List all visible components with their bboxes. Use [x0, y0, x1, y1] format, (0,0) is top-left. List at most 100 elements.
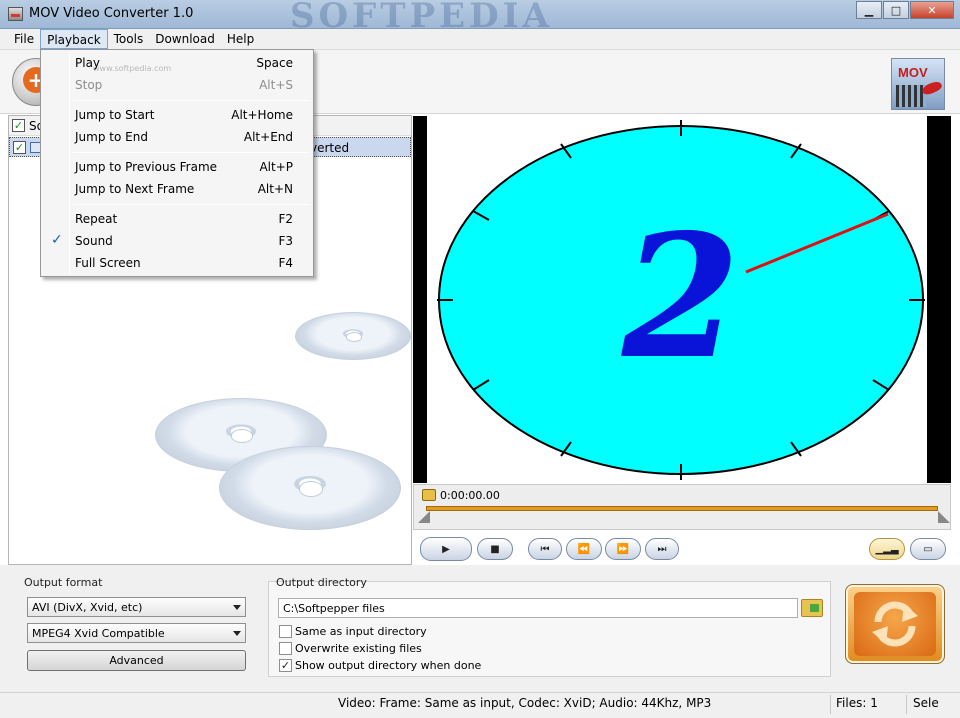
refresh-arrows-icon	[872, 601, 918, 647]
menu-item-next-frame[interactable]: Jump to Next Frame Alt+N	[43, 178, 311, 200]
maximize-button[interactable]: □	[883, 1, 909, 19]
trim-start-handle[interactable]	[418, 511, 430, 523]
next-frame-button[interactable]: ⏩	[605, 538, 641, 560]
status-bar: Video: Frame: Same as input, Codec: XviD…	[0, 692, 960, 718]
previous-frame-button[interactable]: ⏪	[566, 538, 602, 560]
seek-panel: 0:00:00.00	[413, 484, 951, 530]
menu-item-sound[interactable]: ✓ Sound F3	[43, 230, 311, 252]
chevron-down-icon	[233, 605, 241, 610]
menu-separator	[73, 152, 309, 153]
seek-bar[interactable]	[426, 506, 938, 511]
menu-item-label: Sound	[75, 234, 113, 248]
menu-playback[interactable]: Playback	[40, 29, 108, 49]
menu-item-label: Jump to End	[75, 130, 148, 144]
disc-decoration-icon	[295, 312, 411, 360]
menu-item-label: Jump to Start	[75, 108, 155, 122]
same-as-input-label: Same as input directory	[295, 625, 427, 638]
rewind-icon: ⏪	[577, 543, 591, 555]
fullscreen-button[interactable]: ▭	[910, 538, 946, 560]
menu-item-stop: Stop Alt+S	[43, 74, 311, 96]
menu-item-shortcut: F3	[278, 234, 293, 248]
menu-tools[interactable]: Tools	[108, 29, 150, 49]
output-format-value: AVI (DivX, Xvid, etc)	[32, 601, 143, 614]
output-profile-select[interactable]: MPEG4 Xvid Compatible	[27, 623, 246, 643]
same-as-input-checkbox[interactable]	[279, 625, 292, 638]
status-selection: Sele	[913, 696, 939, 710]
play-icon: ▶	[442, 543, 450, 555]
window-title: MOV Video Converter 1.0	[29, 6, 194, 21]
output-directory-input[interactable]: C:\Softpepper files	[278, 598, 798, 618]
browse-folder-icon[interactable]	[801, 599, 823, 617]
mov-logo: MOV	[891, 58, 945, 110]
stop-button[interactable]: ■	[477, 538, 513, 560]
status-divider	[906, 695, 907, 714]
menu-item-shortcut: F2	[278, 212, 293, 226]
menu-item-shortcut: F4	[278, 256, 293, 270]
show-output-label: Show output directory when done	[295, 659, 482, 672]
convert-button-face	[854, 592, 936, 656]
menu-item-repeat[interactable]: Repeat F2	[43, 208, 311, 230]
file-row-checkbox[interactable]: ✓	[13, 141, 26, 154]
status-info: Video: Frame: Same as input, Codec: XviD…	[338, 696, 712, 710]
menu-item-shortcut: Alt+P	[259, 160, 293, 174]
advanced-button[interactable]: Advanced	[27, 650, 246, 671]
menu-item-shortcut: Alt+Home	[231, 108, 293, 122]
menu-item-full-screen[interactable]: Full Screen F4	[43, 252, 311, 274]
chevron-down-icon	[233, 631, 241, 636]
volume-button[interactable]: ▁▂▃	[869, 538, 905, 560]
playback-menu: www.softpedia.com Play Space Stop Alt+S …	[40, 49, 314, 277]
video-digit: 2	[621, 197, 740, 397]
skip-end-icon: ⏭	[657, 543, 667, 555]
video-frame: 2	[427, 116, 927, 483]
close-button[interactable]: ✕	[910, 1, 954, 19]
film-icon: ▭	[923, 543, 933, 555]
overwrite-checkbox[interactable]	[279, 642, 292, 655]
output-format-select[interactable]: AVI (DivX, Xvid, etc)	[27, 597, 246, 617]
menu-separator	[73, 204, 309, 205]
disc-decoration-icon	[219, 446, 401, 530]
menu-separator	[73, 100, 309, 101]
menu-help[interactable]: Help	[221, 29, 260, 49]
pepper-icon	[920, 79, 944, 97]
volume-bars-icon: ▁▂▃	[875, 543, 899, 555]
menu-item-shortcut: Alt+S	[259, 78, 293, 92]
menu-download[interactable]: Download	[149, 29, 221, 49]
select-all-checkbox[interactable]: ✓	[12, 119, 25, 132]
status-files: Files: 1	[836, 696, 878, 710]
film-strip-icon	[896, 85, 926, 107]
window-controls: ▁ □ ✕	[855, 1, 954, 19]
menu-item-label: Repeat	[75, 212, 118, 226]
app-icon[interactable]	[8, 7, 23, 21]
menu-item-label: Stop	[75, 78, 103, 92]
menu-item-label: Full Screen	[75, 256, 141, 270]
file-row-status: verted	[310, 141, 350, 155]
menu-item-jump-to-start[interactable]: Jump to Start Alt+Home	[43, 104, 311, 126]
mov-logo-text: MOV	[898, 65, 928, 80]
output-format-label: Output format	[24, 576, 103, 589]
menu-bar: File Playback Tools Download Help	[0, 29, 960, 50]
show-output-checkbox[interactable]: ✓	[279, 659, 292, 672]
overwrite-label: Overwrite existing files	[295, 642, 422, 655]
menu-item-play[interactable]: Play Space	[43, 52, 311, 74]
menu-item-shortcut: Alt+N	[257, 182, 293, 196]
minimize-button[interactable]: ▁	[856, 1, 882, 19]
jump-to-start-button[interactable]: ⏮	[528, 538, 562, 560]
menu-item-label: Play	[75, 56, 101, 70]
play-button[interactable]: ▶	[420, 537, 472, 561]
menu-item-previous-frame[interactable]: Jump to Previous Frame Alt+P	[43, 156, 311, 178]
status-divider	[830, 695, 831, 714]
jump-to-end-button[interactable]: ⏭	[645, 538, 679, 560]
menu-item-shortcut: Space	[256, 56, 293, 70]
convert-button[interactable]	[845, 584, 945, 664]
menu-item-jump-to-end[interactable]: Jump to End Alt+End	[43, 126, 311, 148]
menu-file[interactable]: File	[8, 29, 40, 49]
fast-forward-icon: ⏩	[616, 543, 630, 555]
title-bar: MOV Video Converter 1.0 SOFTPEDIA ▁ □ ✕	[0, 0, 960, 36]
video-preview[interactable]: 2	[413, 116, 951, 483]
menu-item-shortcut: Alt+End	[243, 130, 293, 144]
output-directory-label: Output directory	[276, 576, 367, 589]
marker-icon[interactable]	[422, 489, 436, 501]
seek-time: 0:00:00.00	[440, 489, 500, 502]
trim-end-handle[interactable]	[938, 511, 950, 523]
checkmark-icon: ✓	[51, 232, 63, 248]
